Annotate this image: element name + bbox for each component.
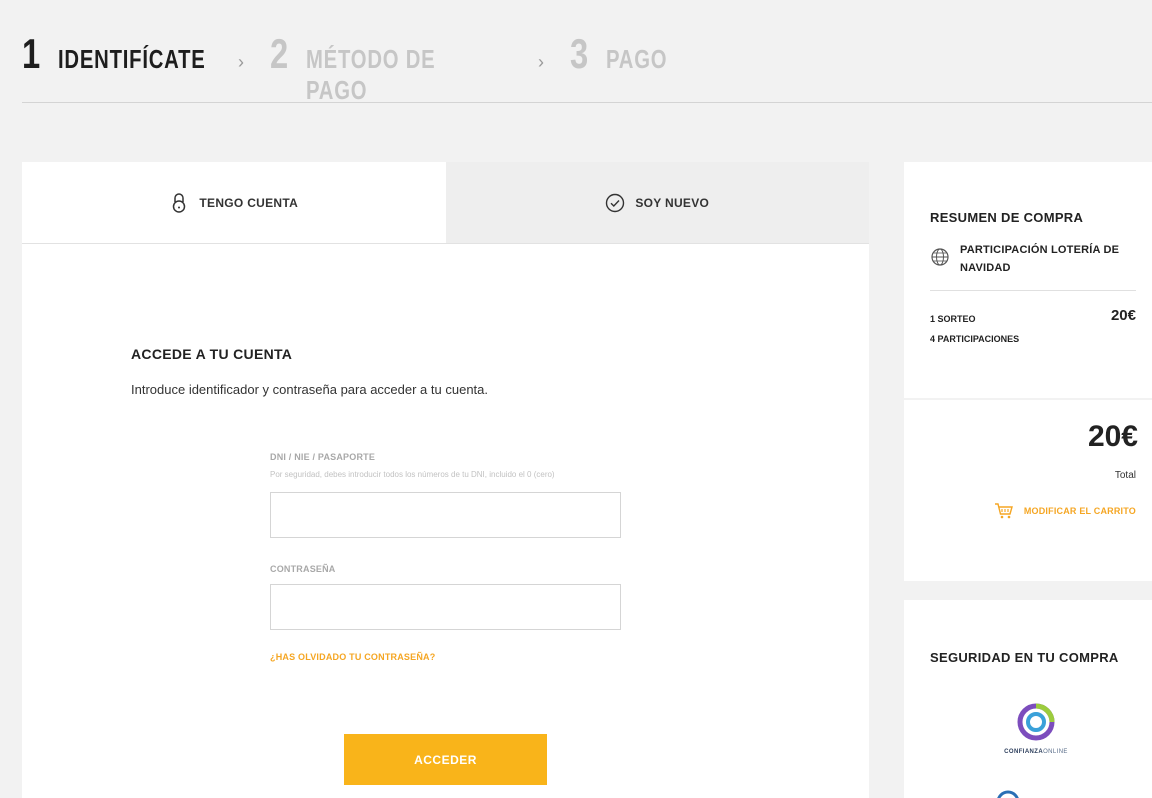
modify-cart-label: MODIFICAR EL CARRITO [1023, 506, 1136, 516]
product-name: PARTICIPACIÓN LOTERÍA DE NAVIDAD [960, 244, 1120, 274]
confianza-online-seal: CONFIANZAONLINE [986, 702, 1086, 755]
lock-icon [169, 192, 189, 213]
step-payment: 3 PAGO [570, 30, 685, 78]
step-number: 3 [570, 30, 589, 77]
id-input[interactable] [270, 491, 621, 538]
modify-cart-link[interactable]: MODIFICAR EL CARRITO [994, 503, 1136, 519]
security-title: SEGURIDAD EN TU COMPRA [930, 650, 1119, 665]
login-panel: TENGO CUENTA SOY NUEVO ACCEDE A TU CUENT… [22, 162, 869, 798]
password-input[interactable] [270, 583, 621, 630]
id-hint: Por seguridad, debes introducir todos lo… [270, 470, 555, 479]
globe-icon [931, 248, 949, 266]
purchase-summary: RESUMEN DE COMPRA PARTICIPACIÓN LOTERÍA … [904, 162, 1152, 398]
tab-label: TENGO CUENTA [199, 195, 299, 210]
step-payment-method: 2 MÉTODO DE PAGO [270, 30, 538, 106]
participations-count: 4 PARTICIPACIONES [930, 334, 1020, 344]
step-label: IDENTIFÍCATE [58, 44, 206, 74]
forgot-password-link[interactable]: ¿HAS OLVIDADO TU CONTRASEÑA? [270, 652, 621, 662]
step-number: 1 [22, 30, 41, 77]
step-identify: 1 IDENTIFÍCATE [22, 30, 238, 78]
total-label: Total [1114, 470, 1136, 481]
security-panel: SEGURIDAD EN TU COMPRA CONFIANZAONLINE [904, 600, 1152, 798]
password-label: CONTRASEÑA [270, 563, 336, 574]
draws-price: 20€ [1110, 307, 1136, 324]
tab-have-account[interactable]: TENGO CUENTA [22, 162, 446, 243]
login-title: ACCEDE A TU CUENTA [131, 346, 293, 362]
login-button[interactable]: ACCEDER [344, 734, 547, 785]
tab-label: SOY NUEVO [635, 195, 710, 210]
seal-caption-light: ONLINE [1043, 749, 1068, 755]
checkout-steps: 1 IDENTIFÍCATE › 2 MÉTODO DE PAGO › 3 PA… [22, 30, 685, 105]
total-panel: 20€ Total MODIFICAR EL CARRITO [904, 400, 1152, 581]
header-divider [22, 102, 1152, 103]
summary-divider [930, 290, 1136, 291]
second-seal-icon [997, 790, 1019, 798]
seal-caption-bold: CONFIANZA [1004, 749, 1044, 755]
chevron-right-icon: › [538, 52, 544, 72]
login-description: Introduce identificador y contraseña par… [131, 382, 488, 397]
step-number: 2 [270, 30, 289, 77]
check-circle-icon [605, 193, 625, 213]
cart-icon [994, 503, 1013, 519]
step-label: MÉTODO DE PAGO [306, 44, 436, 105]
account-tabs: TENGO CUENTA SOY NUEVO [22, 162, 869, 244]
draws-count: 1 SORTEO [930, 314, 976, 324]
login-form: DNI / NIE / PASAPORTE Por seguridad, deb… [270, 452, 621, 662]
summary-title: RESUMEN DE COMPRA [930, 210, 1084, 225]
step-label: PAGO [606, 44, 668, 74]
id-label: DNI / NIE / PASAPORTE [270, 452, 376, 462]
summary-product: PARTICIPACIÓN LOTERÍA DE NAVIDAD [930, 242, 1140, 277]
confianza-logo-icon [1017, 703, 1055, 741]
total-amount: 20€ [1087, 420, 1138, 453]
chevron-right-icon: › [238, 52, 244, 72]
tab-new-user[interactable]: SOY NUEVO [445, 162, 869, 243]
